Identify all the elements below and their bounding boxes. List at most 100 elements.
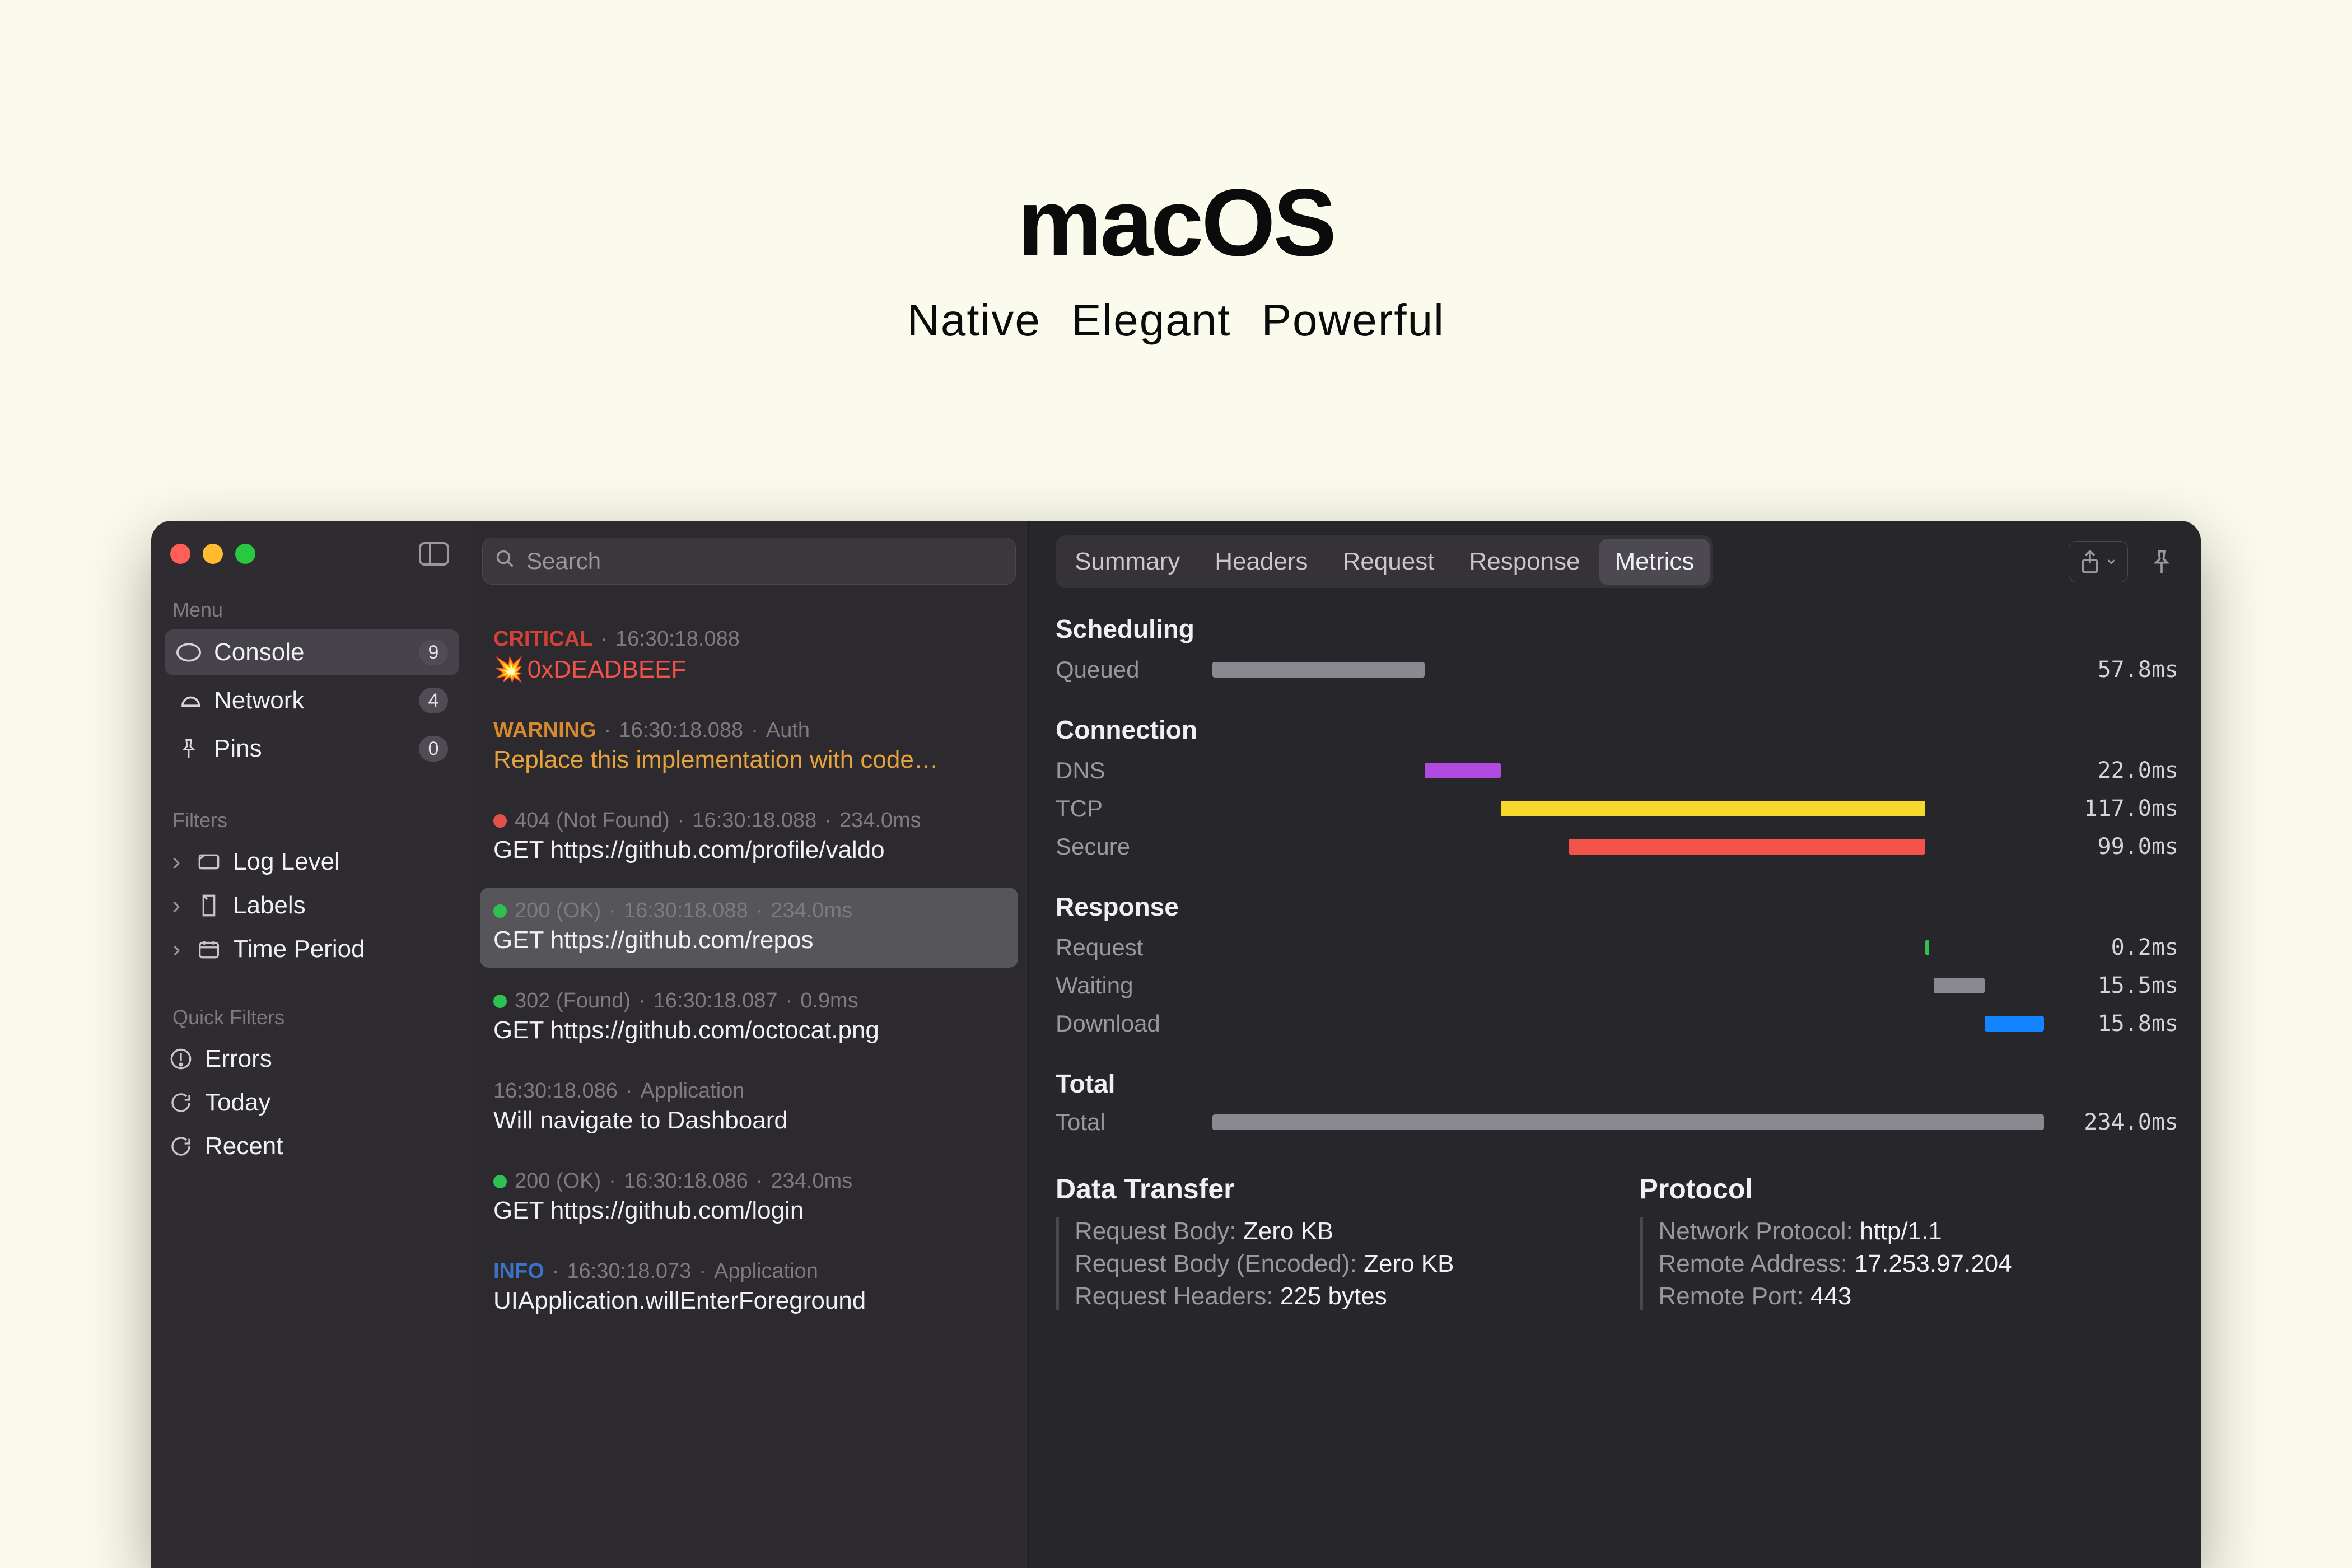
log-level: CRITICAL [493,627,592,651]
metric-row: Request0.2ms [1056,928,2178,967]
quick-filter-today[interactable]: Today [165,1081,459,1124]
zoom-traffic-light[interactable] [235,544,255,564]
metric-value: 99.0ms [2061,834,2178,860]
sidebar-item-badge: 0 [419,736,448,762]
metric-label: Total [1056,1109,1212,1136]
tab-metrics[interactable]: Metrics [1599,539,1710,585]
sidebar-item-network[interactable]: Network 4 [165,678,459,724]
metric-bar [1212,1114,2044,1130]
log-body: 💥0xDEADBEEF [493,655,1005,684]
log-status: 302 (Found) [515,989,631,1013]
metric-row: Download15.8ms [1056,1005,2178,1043]
tab-summary[interactable]: Summary [1059,539,1196,585]
time-period-icon [196,939,222,959]
log-time: 16:30:18.088 [692,809,816,833]
app-window: Menu Console9Network4Pins0 Filters ›Log … [151,521,2201,1568]
metric-value: 57.8ms [2061,657,2178,683]
metric-row: Waiting15.5ms [1056,967,2178,1005]
log-body: GET https://github.com/repos [493,926,1005,954]
filter-time-period[interactable]: ›Time Period [165,927,459,971]
share-button[interactable] [2069,541,2128,582]
log-entry[interactable]: 200 (OK) · 16:30:18.086 · 234.0msGET htt… [480,1158,1018,1238]
log-time: 16:30:18.087 [654,989,778,1013]
log-time: 16:30:18.088 [624,899,748,923]
log-entry[interactable]: 404 (Not Found) · 16:30:18.088 · 234.0ms… [480,797,1018,878]
log-meta: WARNING · 16:30:18.088 · Auth [493,718,1005,743]
log-duration: 0.9ms [800,989,858,1013]
sidebar: Menu Console9Network4Pins0 Filters ›Log … [151,521,473,1568]
log-level: WARNING [493,718,596,743]
close-traffic-light[interactable] [170,544,190,564]
metrics-section-title: Total [1056,1068,2178,1099]
hero-title: macOS [0,168,2352,278]
log-entry[interactable]: 302 (Found) · 16:30:18.087 · 0.9msGET ht… [480,978,1018,1058]
info-value: 443 [1810,1282,1851,1310]
metric-track [1212,937,2061,958]
log-time: 16:30:18.088 [615,627,740,651]
quick-filter-label: Errors [205,1045,272,1073]
labels-icon [196,894,222,917]
log-level-icon [196,853,222,871]
data-transfer-block: Data Transfer Request Body: Zero KBReque… [1056,1173,1595,1315]
log-entry[interactable]: WARNING · 16:30:18.088 · Auth Replace thi… [480,707,1018,787]
metric-bar [1569,839,1925,855]
info-value: Zero KB [1243,1217,1333,1245]
protocol-block: Protocol Network Protocol: http/1.1Remot… [1640,1173,2179,1315]
log-entry[interactable]: INFO · 16:30:18.073 · ApplicationUIAppli… [480,1248,1018,1328]
log-entry[interactable]: 200 (OK) · 16:30:18.088 · 234.0msGET htt… [480,888,1018,968]
sidebar-item-pins[interactable]: Pins0 [165,726,459,772]
search-input[interactable] [525,547,1003,575]
log-body: UIApplication.willEnterForeground [493,1287,1005,1315]
tab-request[interactable]: Request [1327,539,1450,585]
quick-filter-recent[interactable]: Recent [165,1124,459,1168]
pin-button[interactable] [2145,543,2178,581]
collision-icon: 💥 [493,656,524,683]
info-line: Remote Port: 443 [1659,1282,2179,1310]
hero-tagline: Native Elegant Powerful [0,295,2352,346]
sidebar-item-badge: 9 [419,640,448,665]
tab-headers[interactable]: Headers [1199,539,1323,585]
info-line: Request Headers: 225 bytes [1075,1282,1595,1310]
log-body: Will navigate to Dashboard [493,1107,1005,1135]
metric-row: Total 234.0ms [1056,1105,2178,1139]
metric-bar [1501,801,1925,816]
sidebar-section-filters: Filters [172,809,451,832]
detail-info-columns: Data Transfer Request Body: Zero KBReque… [1056,1173,2178,1315]
metric-value: 234.0ms [2061,1109,2178,1135]
minimize-traffic-light[interactable] [203,544,223,564]
info-key: Request Headers: [1075,1282,1273,1310]
pins-icon [176,737,202,760]
log-entry[interactable]: 16:30:18.086 · ApplicationWill navigate … [480,1068,1018,1148]
search-field[interactable] [482,538,1016,585]
metrics-section-title: Connection [1056,715,2178,745]
metrics-total: Total Total 234.0ms [1056,1068,2178,1139]
metric-value: 117.0ms [2061,796,2178,822]
metric-track [1212,799,2061,819]
log-body: Replace this implementation with code… [493,746,1005,774]
sidebar-toggle-icon[interactable] [419,542,449,566]
log-meta: 200 (OK) · 16:30:18.086 · 234.0ms [493,1169,1005,1193]
detail-topbar: SummaryHeadersRequestResponseMetrics [1056,535,2178,588]
metric-bar [1934,978,1985,993]
sidebar-item-label: Network [214,687,304,715]
sidebar-item-badge: 4 [419,688,448,713]
filter-labels[interactable]: ›Labels [165,884,459,927]
search-icon [495,548,515,575]
log-status: 200 (OK) [515,1169,601,1193]
log-time: 16:30:18.073 [567,1259,691,1284]
log-time: 16:30:18.086 [624,1169,748,1193]
metric-row: DNS22.0ms [1056,752,2178,790]
log-body: GET https://github.com/octocat.png [493,1016,1005,1044]
status-dot-icon [493,814,507,828]
filter-log-level[interactable]: ›Log Level [165,840,459,884]
log-status: 200 (OK) [515,899,601,923]
metric-label: TCP [1056,795,1212,822]
info-line: Network Protocol: http/1.1 [1659,1217,2179,1245]
log-level: INFO [493,1259,544,1284]
sidebar-item-console[interactable]: Console9 [165,629,459,675]
tab-response[interactable]: Response [1453,539,1595,585]
quick-filter-errors[interactable]: Errors [165,1037,459,1081]
log-entry[interactable]: CRITICAL · 16:30:18.088💥0xDEADBEEF [480,616,1018,697]
quick-filter-label: Today [205,1089,270,1117]
metric-bar [1985,1016,2044,1032]
